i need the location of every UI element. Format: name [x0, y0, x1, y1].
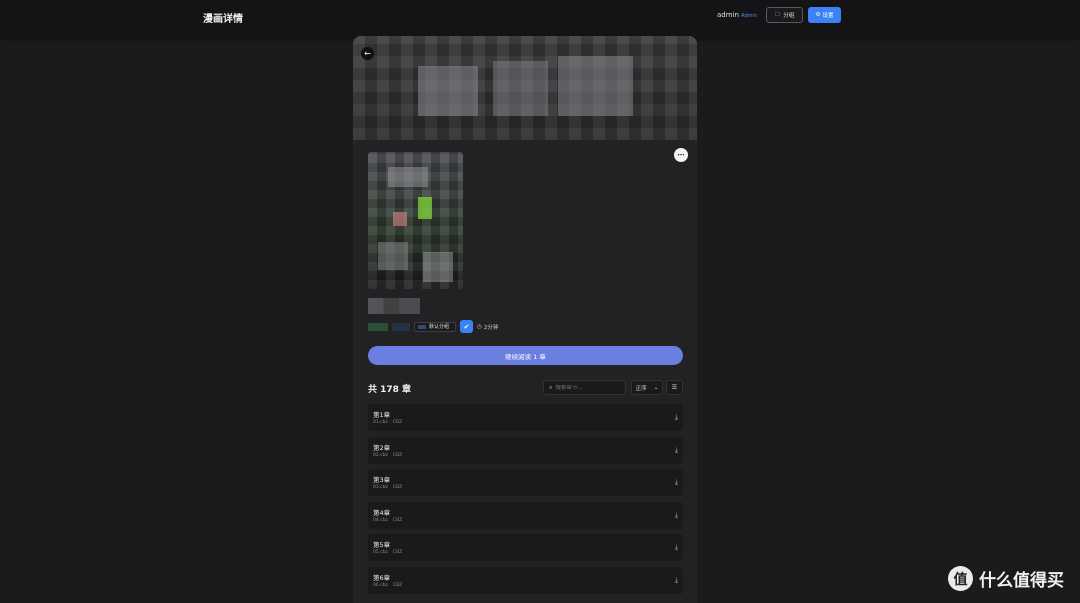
chapter-count: 共 178 章: [368, 385, 412, 395]
gear-icon: ⚙: [815, 12, 821, 18]
search-icon: ⌕: [549, 383, 553, 391]
chapter-title: 第6章: [373, 573, 391, 582]
banner-image: ←: [353, 36, 697, 140]
tag-redacted: [392, 322, 410, 331]
chapter-list: 第1章 01.cbz CBZ ⤓ 第2章 02.cbz CBZ ⤓ 第3章 03.c…: [368, 404, 683, 600]
read-time: ◷ 2分钟: [477, 323, 499, 331]
chapter-meta: 02.cbz CBZ: [373, 452, 403, 458]
sort-select[interactable]: 正序 ⌄: [631, 380, 663, 395]
list-view-button[interactable]: ☰: [666, 380, 683, 395]
folder-icon: 🗀: [774, 11, 781, 18]
chapter-item[interactable]: 第3章 03.cbz CBZ ⤓: [368, 469, 683, 497]
comic-title-redacted: [368, 298, 420, 314]
check-icon: ✔: [463, 322, 470, 331]
group-button-label: 分组: [783, 13, 795, 19]
user-name[interactable]: admin: [717, 11, 739, 19]
chapter-item[interactable]: 第1章 01.cbz CBZ ⤓: [368, 404, 683, 431]
chapter-title: 第2章: [373, 443, 391, 452]
settings-button-label: 设置: [822, 13, 834, 19]
chapter-search: ⌕: [543, 380, 626, 395]
chapter-title: 第1章: [373, 411, 391, 419]
chapter-search-input[interactable]: [555, 384, 616, 391]
chapter-meta: 05.cbz CBZ: [373, 550, 403, 556]
chapter-meta: 04.cbz CBZ: [373, 517, 403, 523]
settings-button[interactable]: ⚙ 设置: [808, 7, 841, 23]
chapter-title: 第3章: [373, 476, 391, 485]
chevron-down-icon: ⌄: [653, 384, 659, 391]
mark-read-button[interactable]: ✔: [460, 320, 474, 333]
chapter-item[interactable]: 第4章 04.cbz CBZ ⤓: [368, 501, 683, 529]
page-title: 漫画详情: [203, 14, 243, 25]
more-options-button[interactable]: ⋯: [674, 148, 688, 162]
group-button[interactable]: 🗀 分组: [766, 7, 803, 23]
download-icon[interactable]: ⤓: [675, 413, 678, 422]
ellipsis-icon: ⋯: [677, 151, 685, 159]
top-navbar: 漫画详情 admin Admin 🗀 分组 ⚙ 设置: [0, 0, 1080, 36]
chapter-item[interactable]: 第5章 05.cbz CBZ ⤓: [368, 534, 683, 562]
tag-redacted: [368, 322, 388, 331]
chapter-meta: 03.cbz CBZ: [373, 485, 403, 491]
download-icon[interactable]: ⤓: [675, 478, 678, 487]
comic-info: ⋯ 默认分组 ✔ ◷ 2分钟 继续阅读 1 章 共 178 章 ⌕ 搜索章节..…: [353, 140, 697, 603]
chapter-item[interactable]: 第6章 06.cbz CBZ ⤓: [368, 566, 683, 594]
download-icon[interactable]: ⤓: [675, 576, 678, 585]
download-icon[interactable]: ⤓: [675, 446, 678, 455]
chapter-title: 第4章: [373, 508, 391, 517]
chapter-item[interactable]: 第2章 02.cbz CBZ ⤓: [368, 436, 683, 464]
group-tag[interactable]: 默认分组: [414, 321, 457, 332]
arrow-left-icon: ←: [364, 49, 371, 58]
cover-image: [368, 152, 463, 289]
tag-row: 默认分组 ✔ ◷ 2分钟: [368, 320, 498, 333]
list-icon: ☰: [671, 384, 678, 391]
comic-detail-panel: ← ⋯ 默认分组 ✔ ◷ 2分钟 继续阅读 1 章 共 178 章 ⌕ 搜索章节…: [353, 36, 697, 603]
user-role-badge: Admin: [741, 13, 757, 19]
continue-reading-button[interactable]: 继续阅读 1 章: [368, 346, 683, 365]
watermark-text: 什么值得买: [979, 571, 1064, 591]
download-icon[interactable]: ⤓: [675, 511, 678, 520]
chapter-meta: 06.cbz CBZ: [373, 582, 403, 588]
back-button[interactable]: ←: [361, 47, 374, 60]
watermark-logo: 值: [948, 566, 973, 591]
download-icon[interactable]: ⤓: [675, 543, 678, 552]
chapter-meta: 01.cbz CBZ: [373, 420, 403, 425]
watermark: 值 什么值得买: [948, 566, 1064, 591]
clock-icon: ◷: [477, 323, 482, 330]
chapter-title: 第5章: [373, 541, 391, 550]
